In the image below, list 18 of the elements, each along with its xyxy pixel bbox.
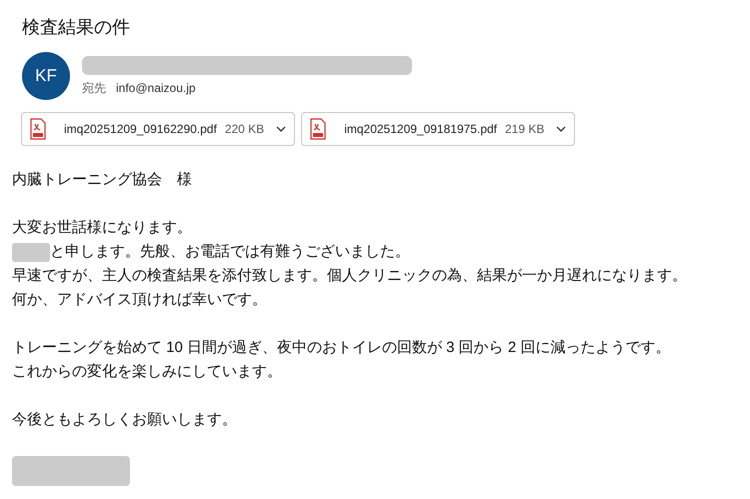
attachment-chip[interactable]: imq20251209_09181975.pdf 219 KB <box>301 112 576 146</box>
email-subject: 検査結果の件 <box>22 16 131 39</box>
body-text: 今後ともよろしくお願いします。 <box>12 410 237 430</box>
chevron-down-icon <box>276 126 286 132</box>
body-text: トレーニングを始めて 10 日間が過ぎ、夜中のおトイレの回数が 3 回から 2 回に減ったようです。 <box>12 338 670 358</box>
body-text: と申します。先般、お電話では有難うございました。 <box>50 242 410 262</box>
body-text: 何か、アドバイス頂ければ幸いです。 <box>12 290 267 310</box>
body-text: 早速ですが、主人の検査結果を添付致します。個人クリニックの為、結果が一か月遅れになります。 <box>12 266 687 286</box>
body-text: これからの変化を楽しみにしています。 <box>12 362 282 382</box>
recipient-address: info@naizou.jp <box>116 80 196 96</box>
avatar: KF <box>22 52 70 100</box>
pdf-file-icon <box>30 118 46 140</box>
chevron-down-icon <box>556 126 566 132</box>
pdf-file-icon <box>310 118 326 140</box>
to-label: 宛先 <box>82 80 106 96</box>
body-text: 内臓トレーニング協会 様 <box>12 170 192 190</box>
body-text: 大変お世話様になります。 <box>12 218 192 238</box>
attachment-chip[interactable]: imq20251209_09162290.pdf 220 KB <box>21 112 296 146</box>
